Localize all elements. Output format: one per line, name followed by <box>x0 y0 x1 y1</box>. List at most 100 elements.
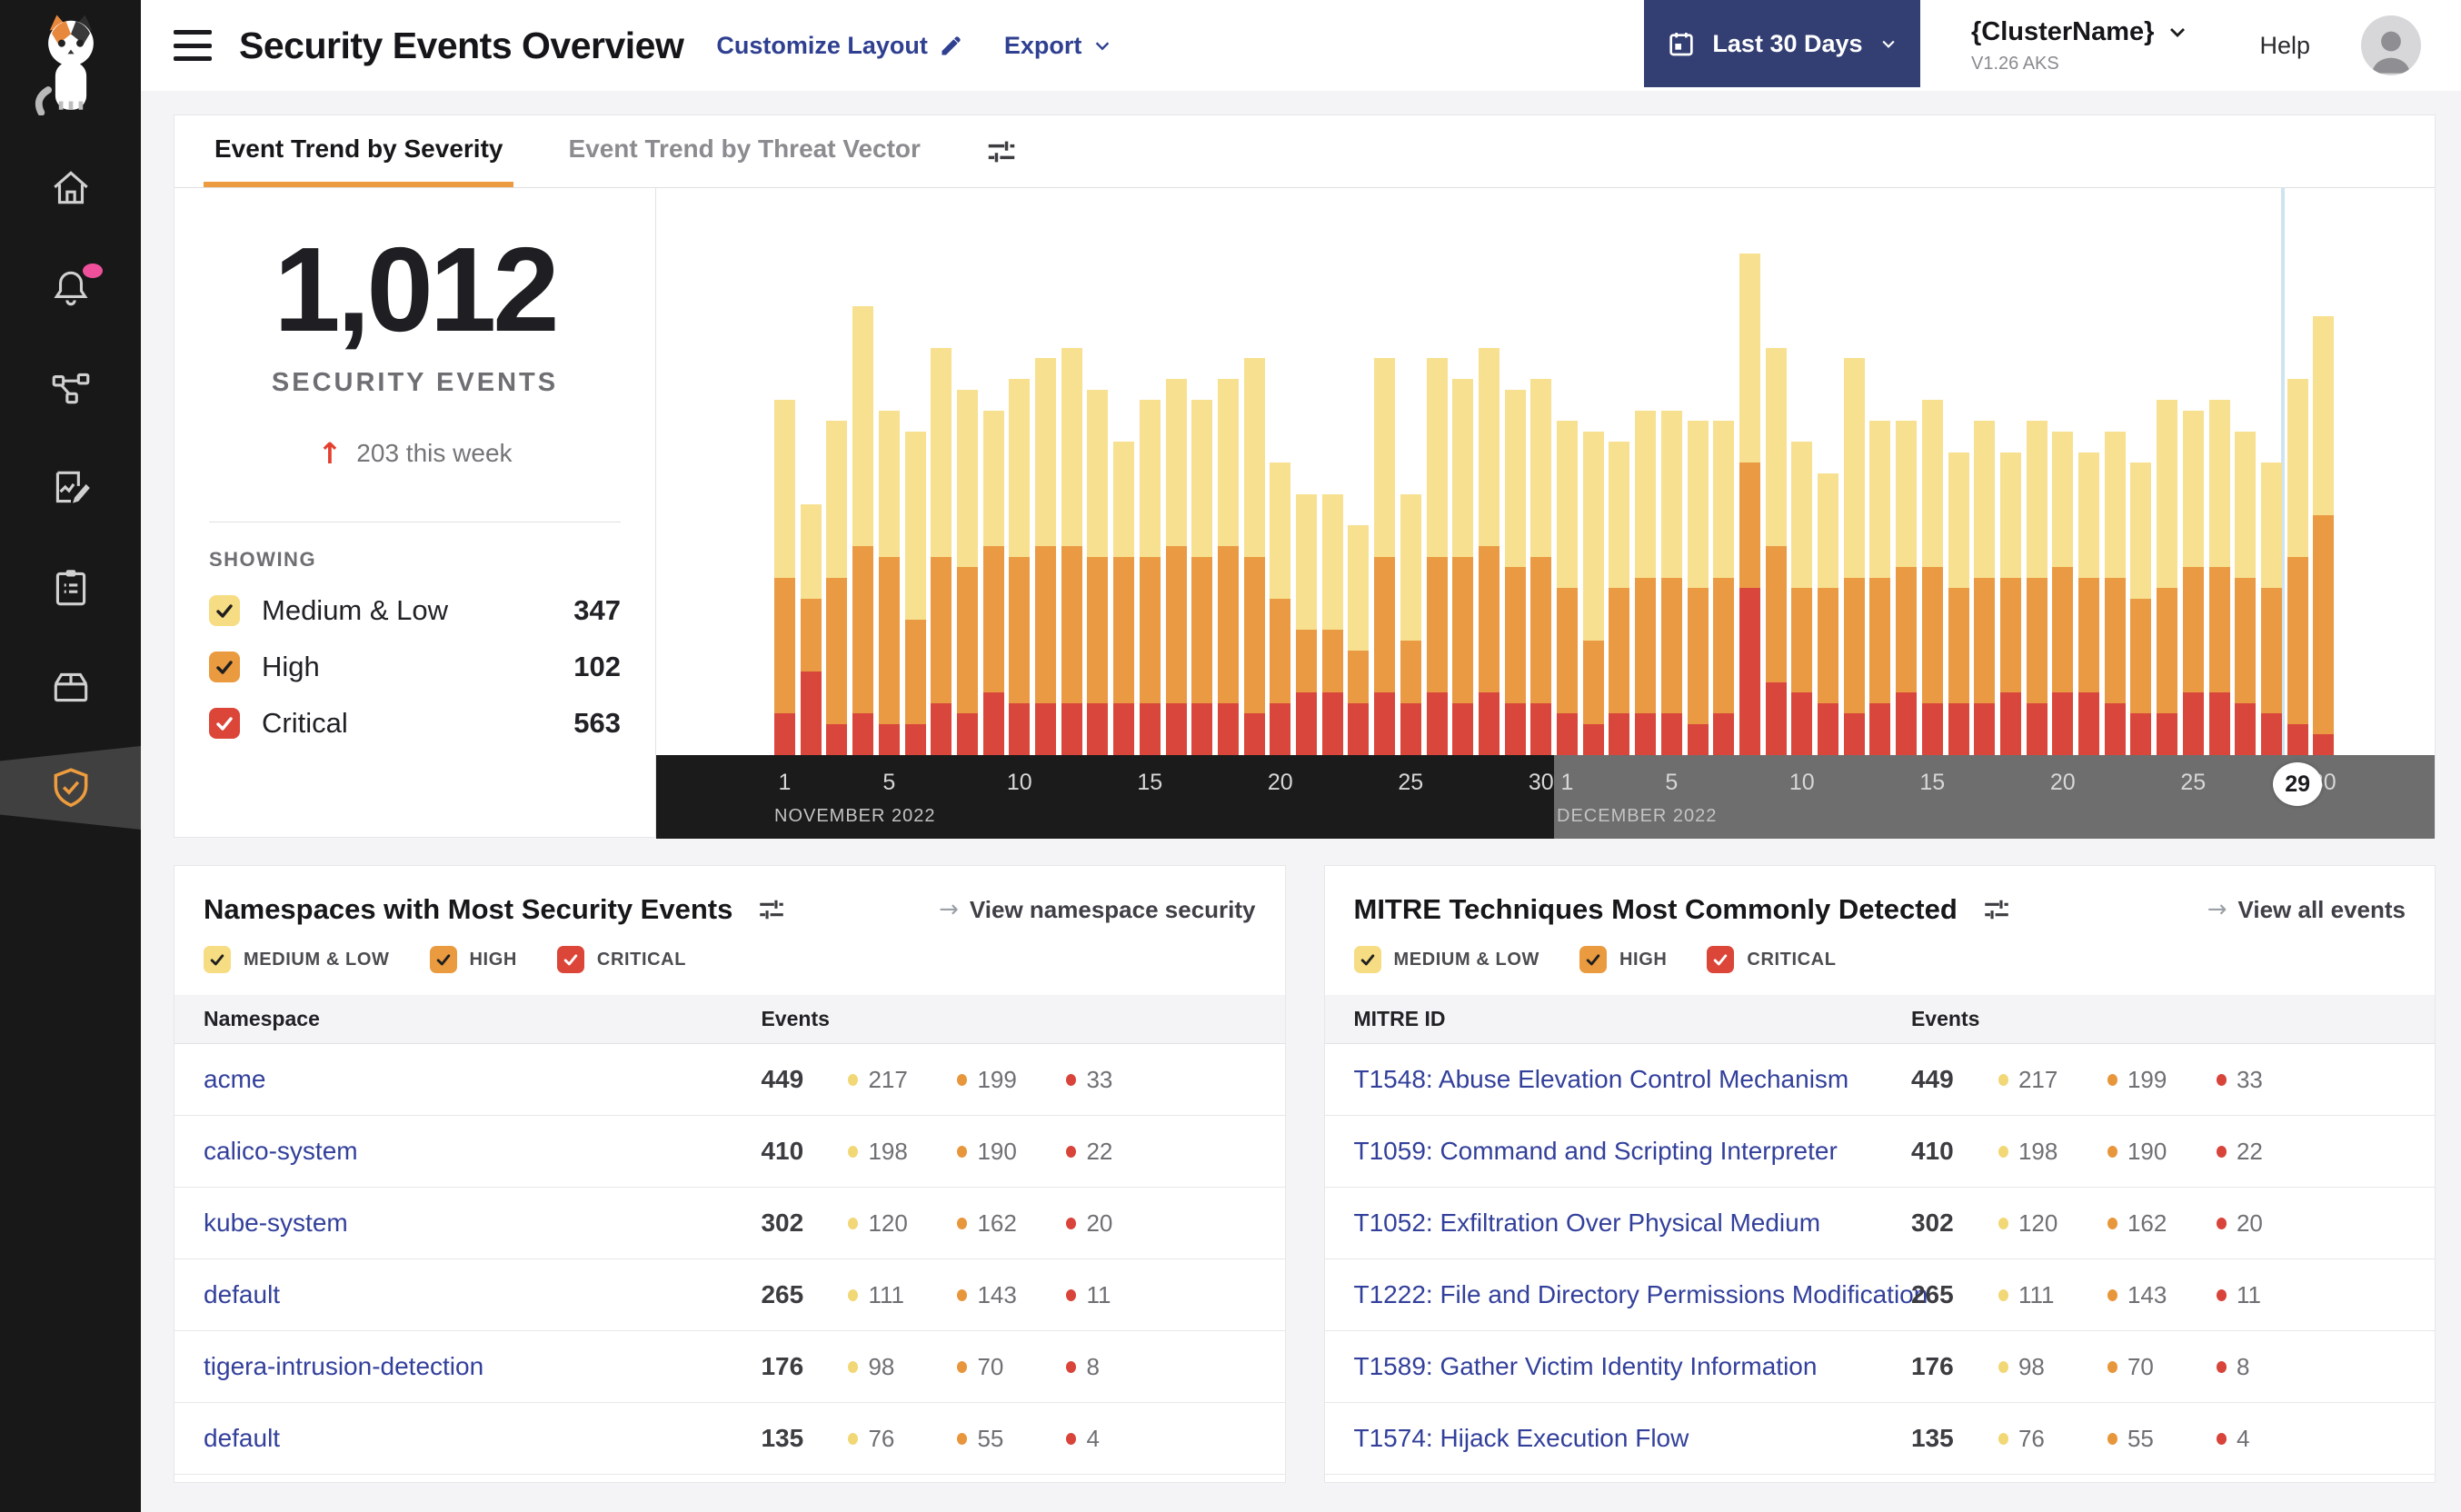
stacked-bar-day-34[interactable] <box>1635 410 1657 755</box>
stacked-bar-day-57[interactable] <box>2235 431 2257 755</box>
sidebar-item-inventory[interactable] <box>0 638 141 738</box>
cluster-selector[interactable]: {ClusterName} V1.26 AKS <box>1971 17 2188 75</box>
stacked-bar-day-10[interactable] <box>1009 379 1031 755</box>
sidebar-item-threat-defense[interactable] <box>0 746 141 830</box>
stacked-bar-day-9[interactable] <box>982 410 1004 755</box>
stacked-bar-day-24[interactable] <box>1374 358 1396 755</box>
stacked-bar-day-23[interactable] <box>1348 525 1370 755</box>
stacked-bar-day-21[interactable] <box>1296 493 1317 755</box>
tune-settings-icon[interactable] <box>1981 894 2012 925</box>
stacked-bar-day-33[interactable] <box>1609 442 1630 755</box>
date-range-button[interactable]: Last 30 Days <box>1643 0 1920 87</box>
stacked-bar-day-44[interactable] <box>1896 421 1918 755</box>
stacked-bar-day-2[interactable] <box>800 504 822 755</box>
sidebar-item-compliance[interactable] <box>0 538 141 638</box>
tune-settings-icon[interactable] <box>756 894 787 925</box>
stacked-bar-day-31[interactable] <box>1557 421 1578 755</box>
sidebar-item-policies[interactable] <box>0 438 141 538</box>
namespace-link[interactable]: kube-system <box>204 1209 761 1238</box>
sidebar-item-alerts[interactable] <box>0 238 141 338</box>
stacked-bar-day-8[interactable] <box>956 389 978 755</box>
stacked-bar-day-14[interactable] <box>1113 442 1135 755</box>
stacked-bar-day-49[interactable] <box>2026 421 2048 755</box>
stacked-bar-day-13[interactable] <box>1087 389 1109 755</box>
namespace-link[interactable]: acme <box>204 1065 761 1094</box>
mitre-id-link[interactable]: T1589: Gather Victim Identity Informatio… <box>1354 1352 1911 1381</box>
stacked-bar-day-48[interactable] <box>1999 452 2021 755</box>
tab-event-trend-by-threat-vector[interactable]: Event Trend by Threat Vector <box>557 115 931 187</box>
checkbox-high[interactable] <box>1579 946 1608 973</box>
stacked-bar-day-47[interactable] <box>1974 421 1996 755</box>
stacked-bar-day-19[interactable] <box>1243 358 1265 755</box>
selected-day-badge[interactable]: 29 <box>2273 762 2323 806</box>
stacked-bar-day-36[interactable] <box>1687 421 1709 755</box>
view-all-events-link[interactable]: → View all events <box>2207 896 2406 924</box>
stacked-bar-day-59[interactable] <box>2287 379 2308 755</box>
mitre-id-link[interactable]: T1222: File and Directory Permissions Mo… <box>1354 1280 1928 1309</box>
filter-high[interactable]: HIGH <box>1579 946 1667 973</box>
stacked-bar-day-58[interactable] <box>2260 463 2282 755</box>
user-avatar[interactable] <box>2361 15 2421 75</box>
stacked-bar-day-51[interactable] <box>2078 452 2099 755</box>
mitre-id-link[interactable]: T1052: Exfiltration Over Physical Medium <box>1354 1209 1911 1238</box>
stacked-bar-day-35[interactable] <box>1660 410 1682 755</box>
stacked-bar-day-60[interactable] <box>2313 316 2335 755</box>
stacked-bar-day-17[interactable] <box>1191 400 1213 755</box>
stacked-bar-day-28[interactable] <box>1478 347 1500 755</box>
stacked-bar-day-32[interactable] <box>1582 431 1604 755</box>
stacked-bar-day-41[interactable] <box>1818 472 1838 755</box>
mitre-id-link[interactable]: T1548: Abuse Elevation Control Mechanism <box>1354 1065 1911 1094</box>
stacked-bar-day-53[interactable] <box>2130 463 2152 755</box>
stacked-bar-day-26[interactable] <box>1426 358 1448 755</box>
filter-critical[interactable]: CRITICAL <box>556 946 686 973</box>
stacked-bar-day-40[interactable] <box>1791 442 1813 755</box>
stacked-bar-day-6[interactable] <box>904 431 926 755</box>
stacked-bar-day-45[interactable] <box>1921 400 1943 755</box>
stacked-bar-day-56[interactable] <box>2208 400 2230 755</box>
stacked-bar-day-42[interactable] <box>1843 358 1865 755</box>
customize-layout-button[interactable]: Customize Layout <box>716 32 964 60</box>
sidebar-item-home[interactable] <box>0 138 141 238</box>
filter-critical[interactable]: CRITICAL <box>1707 946 1836 973</box>
stacked-bar-day-37[interactable] <box>1713 421 1735 755</box>
stacked-bar-day-5[interactable] <box>878 410 900 755</box>
namespace-link[interactable]: default <box>204 1280 761 1309</box>
namespace-link[interactable]: tigera-intrusion-detection <box>204 1352 761 1381</box>
tune-settings-icon[interactable] <box>984 134 1019 169</box>
filter-high[interactable]: HIGH <box>429 946 517 973</box>
mitre-id-link[interactable]: T1574: Hijack Execution Flow <box>1354 1424 1911 1453</box>
stacked-bar-day-3[interactable] <box>826 421 848 755</box>
stacked-bar-day-25[interactable] <box>1400 493 1421 755</box>
stacked-bar-day-46[interactable] <box>1948 452 1969 755</box>
stacked-bar-day-18[interactable] <box>1217 379 1239 755</box>
checkbox-high[interactable] <box>209 652 240 682</box>
stacked-bar-day-11[interactable] <box>1035 358 1056 755</box>
stacked-bar-day-12[interactable] <box>1061 347 1082 755</box>
checkbox-critical[interactable] <box>556 946 584 973</box>
stacked-bar-day-30[interactable] <box>1530 379 1552 755</box>
stacked-bar-day-52[interactable] <box>2104 431 2126 755</box>
stacked-bar-day-29[interactable] <box>1504 389 1526 755</box>
stacked-bar-day-20[interactable] <box>1270 463 1291 755</box>
legend-row-medium[interactable]: Medium & Low 347 <box>174 582 655 639</box>
sidebar-item-service-graph[interactable] <box>0 338 141 438</box>
stacked-bar-day-22[interactable] <box>1321 493 1343 755</box>
checkbox-medium[interactable] <box>204 946 231 973</box>
hamburger-menu-button[interactable] <box>174 30 212 61</box>
tab-event-trend-by-severity[interactable]: Event Trend by Severity <box>204 115 514 187</box>
namespace-link[interactable]: calico-system <box>204 1137 761 1166</box>
help-link[interactable]: Help <box>2259 32 2310 60</box>
checkbox-medium[interactable] <box>1353 946 1381 973</box>
stacked-bar-day-16[interactable] <box>1165 379 1187 755</box>
checkbox-critical[interactable] <box>1707 946 1735 973</box>
stacked-bar-day-15[interactable] <box>1139 400 1161 755</box>
stacked-bar-day-54[interactable] <box>2157 400 2178 755</box>
export-button[interactable]: Export <box>1004 32 1113 60</box>
stacked-bar-day-4[interactable] <box>852 305 874 755</box>
namespace-link[interactable]: default <box>204 1424 761 1453</box>
legend-row-critical[interactable]: Critical 563 <box>174 695 655 751</box>
stacked-bar-day-50[interactable] <box>2052 431 2074 755</box>
stacked-bar-day-7[interactable] <box>931 347 952 755</box>
view-namespace-security-link[interactable]: → View namespace security <box>939 896 1255 924</box>
filter-medium[interactable]: MEDIUM & LOW <box>1353 946 1540 973</box>
